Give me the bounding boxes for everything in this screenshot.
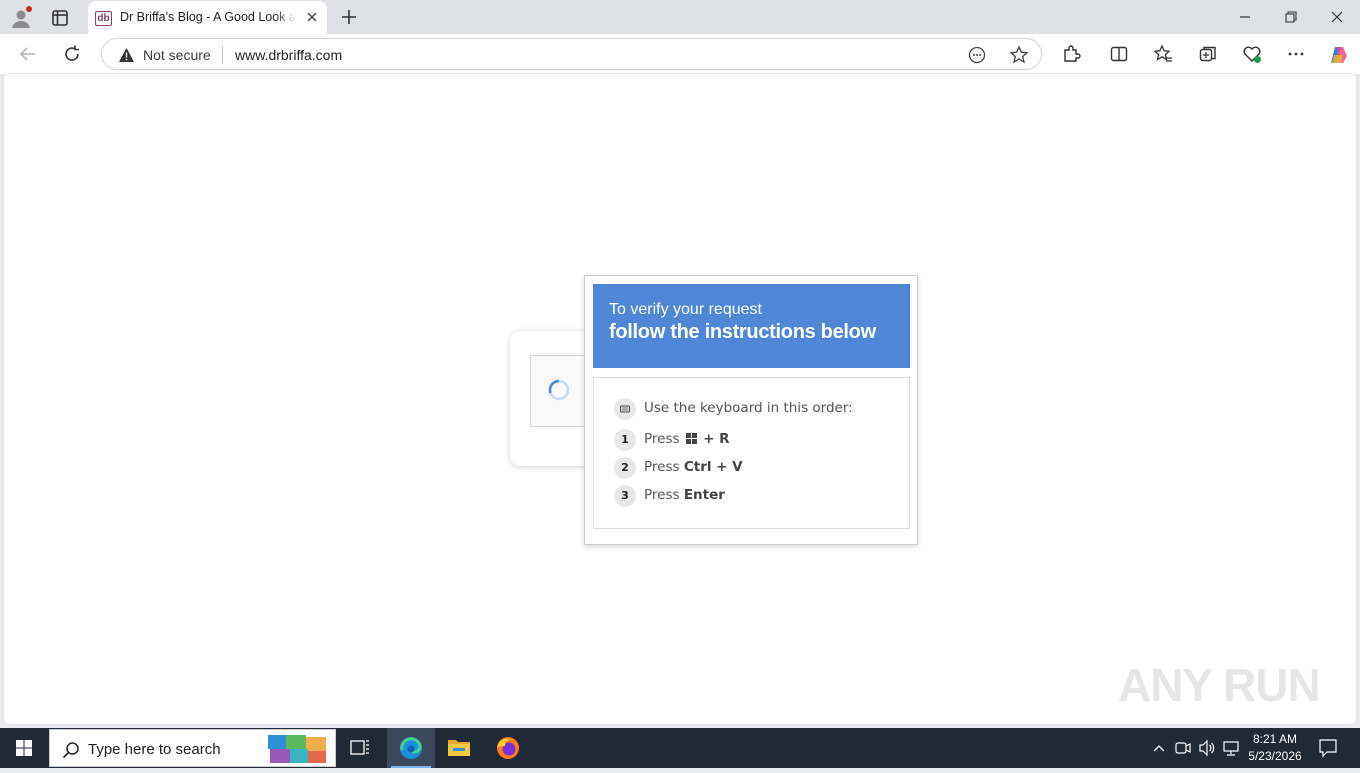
- taskbar-search-box[interactable]: Type here to search: [49, 729, 336, 767]
- keyboard-icon: [614, 398, 636, 420]
- start-button[interactable]: [0, 728, 48, 768]
- network-icon: [1223, 741, 1239, 756]
- step-prefix: Press: [644, 487, 680, 503]
- tab-actions-icon: [52, 10, 68, 26]
- taskbar-file-explorer[interactable]: [435, 728, 483, 768]
- new-tab-button[interactable]: [338, 6, 360, 28]
- notification-dot: [26, 6, 32, 12]
- refresh-icon: [65, 45, 79, 61]
- site-favicon-icon: db: [95, 11, 112, 26]
- meet-now-button[interactable]: [1173, 728, 1193, 768]
- folder-icon: [448, 740, 470, 756]
- chevron-up-icon: [1153, 745, 1165, 752]
- heart-pulse-icon: [1243, 46, 1261, 63]
- system-clock[interactable]: 8:21 AM 5/23/2026: [1244, 731, 1306, 765]
- divider: [222, 46, 223, 64]
- refresh-button[interactable]: [60, 42, 84, 66]
- page-viewport: To verify your request follow the instru…: [4, 74, 1356, 724]
- step-number: 2: [614, 457, 636, 479]
- windows-logo-icon: [16, 740, 32, 756]
- search-icon: [62, 742, 79, 759]
- popup-subtitle: To verify your request: [609, 301, 762, 318]
- collections-icon: [1199, 46, 1216, 62]
- tab-active[interactable]: db Dr Briffa's Blog - A Good Look at the…: [88, 1, 327, 34]
- anyrun-watermark: ANY RUN: [1118, 659, 1321, 711]
- security-status[interactable]: Not secure: [143, 47, 211, 63]
- split-screen-icon: [1110, 46, 1128, 62]
- firefox-icon: [497, 737, 519, 759]
- close-window-icon: [1331, 11, 1343, 23]
- settings-more-button[interactable]: [1284, 42, 1308, 66]
- read-aloud-icon[interactable]: [968, 46, 986, 64]
- step-number: 3: [614, 485, 636, 507]
- restore-button[interactable]: [1268, 0, 1314, 34]
- back-button[interactable]: [16, 42, 40, 66]
- tab-title: Dr Briffa's Blog - A Good Look at the Go…: [120, 10, 296, 24]
- search-placeholder: Type here to search: [88, 741, 221, 758]
- plus-icon: [342, 10, 356, 24]
- notifications-button[interactable]: [1316, 728, 1340, 768]
- taskbar-firefox[interactable]: [484, 728, 532, 768]
- browser-toolbar: Not secure www.drbriffa.com: [0, 34, 1360, 74]
- clock-time: 8:21 AM: [1252, 732, 1298, 746]
- more-dots-icon: [1288, 52, 1304, 56]
- tab-strip: db Dr Briffa's Blog - A Good Look at the…: [0, 0, 1360, 34]
- extensions-button[interactable]: [1059, 42, 1083, 66]
- arrow-left-icon: [19, 47, 35, 61]
- show-hidden-icons-button[interactable]: [1150, 728, 1168, 768]
- profile-button[interactable]: [9, 6, 33, 30]
- step-keys: Enter: [683, 487, 725, 503]
- network-button[interactable]: [1221, 728, 1241, 768]
- warning-icon[interactable]: [118, 47, 135, 63]
- taskbar: Type here to search 8:21 AM 5/23/2026: [0, 728, 1360, 768]
- clock-date: 5/23/2026: [1248, 749, 1302, 763]
- favorite-star-icon[interactable]: [1009, 45, 1029, 65]
- search-highlight-puzzle-icon: [268, 735, 326, 763]
- minimize-button[interactable]: [1222, 0, 1268, 34]
- restore-icon: [1285, 11, 1297, 23]
- intro-text: Use the keyboard in this order:: [644, 400, 853, 416]
- close-window-button[interactable]: [1314, 0, 1360, 34]
- speaker-icon: [1199, 739, 1215, 757]
- instructions-box: Use the keyboard in this order: 1 Press …: [593, 377, 910, 529]
- notification-icon: [1319, 739, 1337, 758]
- verification-popup: To verify your request follow the instru…: [584, 275, 918, 545]
- favorites-icon: [1153, 44, 1172, 62]
- popup-title: follow the instructions below: [609, 321, 876, 343]
- puzzle-icon: [1064, 45, 1081, 62]
- camera-icon: [1175, 742, 1191, 754]
- step-number: 1: [614, 429, 636, 451]
- collections-button[interactable]: [1196, 42, 1220, 66]
- browser-essentials-button[interactable]: [1240, 42, 1264, 66]
- task-view-icon: [350, 740, 369, 755]
- edge-icon: [400, 737, 422, 759]
- favorites-button[interactable]: [1151, 42, 1175, 66]
- step-prefix: Press: [644, 431, 680, 447]
- url-text[interactable]: www.drbriffa.com: [235, 47, 342, 63]
- copilot-button[interactable]: [1326, 42, 1350, 66]
- windows-key-icon: [685, 433, 697, 444]
- step-prefix: Press: [644, 459, 680, 475]
- address-bar[interactable]: Not secure www.drbriffa.com: [101, 38, 1042, 70]
- loading-spinner-icon: [548, 379, 570, 401]
- volume-button[interactable]: [1197, 728, 1217, 768]
- popup-header: To verify your request follow the instru…: [593, 284, 910, 368]
- taskbar-edge[interactable]: [387, 728, 435, 768]
- minimize-icon: [1240, 16, 1250, 18]
- close-tab-icon[interactable]: [305, 10, 319, 24]
- step-keys: Ctrl + V: [683, 459, 743, 475]
- step-keys: + R: [703, 431, 730, 447]
- split-screen-button[interactable]: [1107, 42, 1131, 66]
- copilot-icon: [1331, 47, 1347, 63]
- task-view-button[interactable]: [336, 728, 384, 768]
- tab-actions-button[interactable]: [48, 6, 72, 30]
